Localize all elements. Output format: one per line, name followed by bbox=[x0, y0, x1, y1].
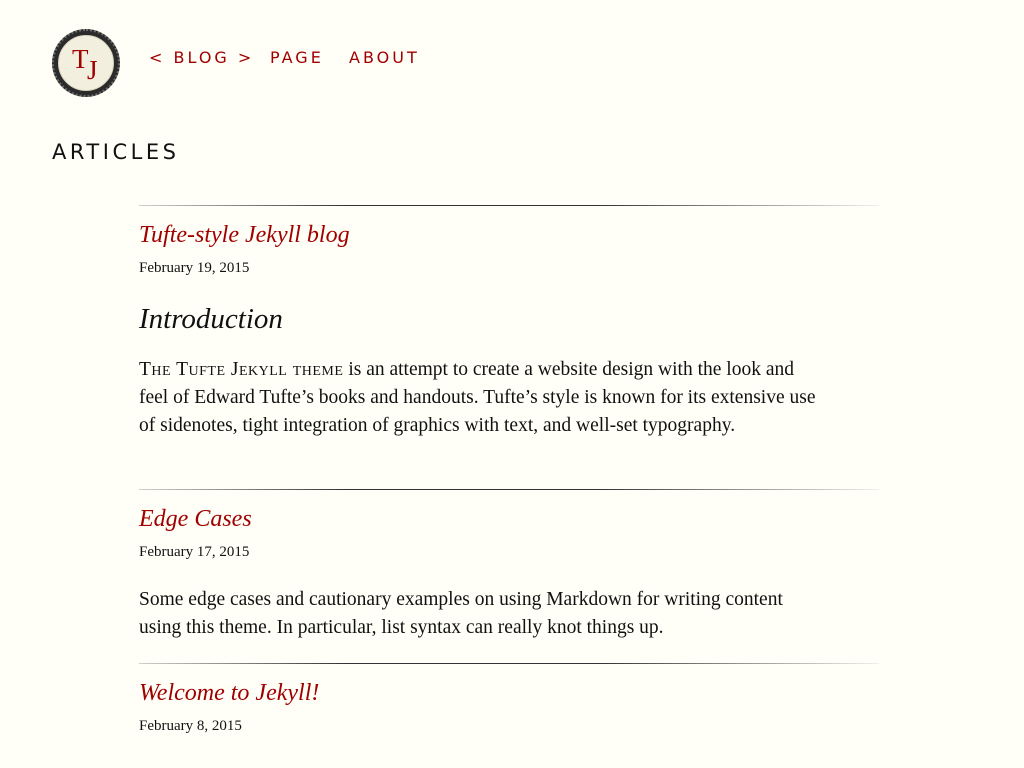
post-title-link[interactable]: Edge Cases bbox=[139, 506, 252, 533]
post-excerpt: Some edge cases and cautionary examples … bbox=[139, 589, 783, 638]
post-date: February 17, 2015 bbox=[139, 544, 250, 560]
post-divider bbox=[139, 663, 879, 664]
nav-link-page[interactable]: PAGE bbox=[270, 48, 324, 67]
logo-seal: T J bbox=[58, 35, 114, 91]
site-logo[interactable]: T J bbox=[52, 29, 120, 97]
excerpt-smallcaps-lead: The Tufte Jekyll theme bbox=[139, 359, 344, 380]
post-subheading: Introduction bbox=[139, 303, 283, 335]
post-date: February 8, 2015 bbox=[139, 718, 242, 734]
page-title: ARTICLES bbox=[52, 140, 180, 164]
nav-link-about[interactable]: ABOUT bbox=[349, 48, 420, 67]
post-date: February 19, 2015 bbox=[139, 260, 250, 276]
post-title-link[interactable]: Tufte-style Jekyll blog bbox=[139, 222, 350, 249]
post-excerpt: The Tufte Jekyll theme is an attempt to … bbox=[139, 356, 819, 440]
post-title-link[interactable]: Welcome to Jekyll! bbox=[139, 680, 319, 707]
post-divider bbox=[139, 205, 879, 206]
post-divider bbox=[139, 489, 879, 490]
nav-link-blog[interactable]: < BLOG > bbox=[149, 48, 254, 67]
logo-letter-j: J bbox=[87, 55, 98, 85]
